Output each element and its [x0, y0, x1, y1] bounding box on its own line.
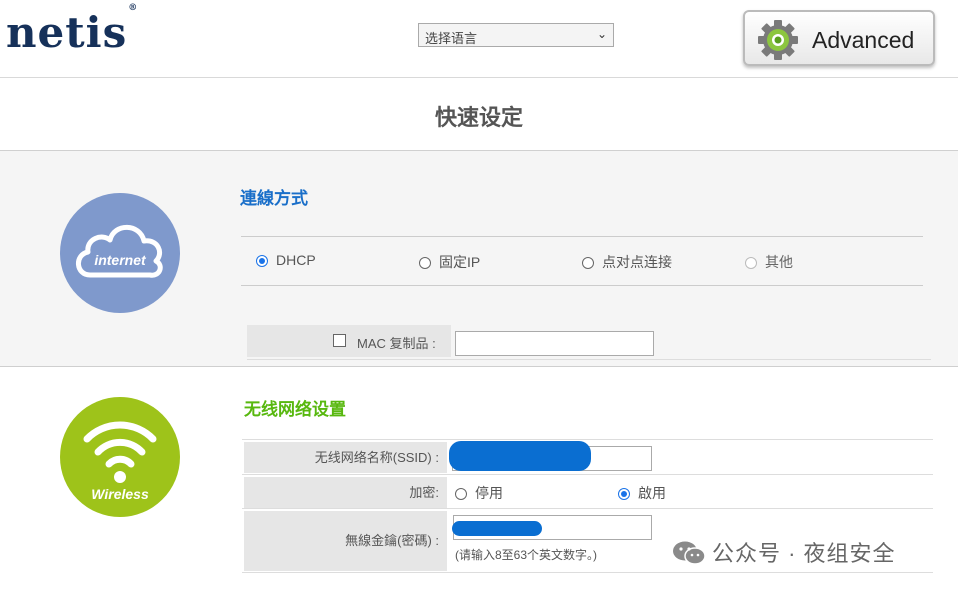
radio-encryption-off-label: 停用 [475, 485, 503, 501]
wireless-badge: Wireless [60, 397, 180, 517]
internet-section: internet 連線方式 DHCP 固定IP 点对点连接 其他 MAC 复制品… [0, 151, 958, 367]
advanced-button-label: Advanced [812, 27, 915, 53]
wechat-icon [673, 541, 706, 565]
internet-badge-label: internet [94, 252, 146, 268]
page-title: 快速设定 [434, 105, 523, 130]
radio-pppoe-label: 点对点连接 [602, 254, 672, 270]
radio-dhcp[interactable]: DHCP [256, 252, 316, 268]
radio-dhcp-label: DHCP [276, 252, 316, 268]
redacted-password [452, 521, 542, 536]
connection-type-title: 連線方式 [240, 189, 308, 208]
watermark-text: 公众号 · 夜组安全 [712, 541, 896, 566]
chevron-down-icon: ⌄ [596, 27, 607, 41]
radio-pppoe[interactable]: 点对点连接 [582, 252, 672, 272]
header: netis® 选择语言 ⌄ Advanced [0, 0, 958, 78]
encryption-label: 加密: [244, 477, 447, 508]
mac-clone-input[interactable] [455, 331, 654, 356]
mac-clone-row: MAC 复制品 : [247, 325, 931, 360]
gear-icon [758, 20, 798, 60]
connection-type-options: DHCP 固定IP 点对点连接 其他 [241, 236, 923, 286]
mac-clone-checkbox[interactable] [333, 334, 346, 347]
mac-clone-label: MAC 复制品 : [357, 336, 436, 351]
password-label: 無線金鑰(密碼) : [244, 511, 447, 571]
mac-clone-label-cell: MAC 复制品 : [247, 325, 451, 357]
internet-badge: internet [60, 193, 180, 313]
ssid-input[interactable] [449, 441, 652, 471]
wireless-badge-label: Wireless [91, 486, 149, 502]
radio-other-indicator [745, 257, 757, 269]
wireless-settings-title: 无线网络设置 [244, 400, 346, 419]
watermark: 公众号 · 夜组安全 [672, 536, 896, 568]
radio-encryption-on[interactable]: 啟用 [618, 483, 666, 503]
netis-logo[interactable]: netis® [6, 3, 138, 57]
radio-encryption-off-indicator[interactable] [455, 488, 467, 500]
password-hint: (请输入8至63个英文数字。) [455, 548, 598, 562]
language-select[interactable]: 选择语言 ⌄ [418, 23, 614, 47]
language-select-value: 选择语言 [425, 31, 478, 46]
ssid-row: 无线网络名称(SSID) : [242, 439, 933, 474]
radio-static-ip-indicator[interactable] [419, 257, 431, 269]
encryption-row: 加密: 停用 啟用 [242, 474, 933, 509]
radio-other: 其他 [745, 252, 793, 272]
ssid-label: 无线网络名称(SSID) : [244, 442, 447, 473]
title-bar: 快速设定 [0, 78, 958, 151]
logo-text: netis [6, 8, 128, 57]
radio-static-ip-label: 固定IP [439, 254, 481, 270]
radio-static-ip[interactable]: 固定IP [419, 252, 480, 272]
registered-mark: ® [128, 3, 139, 13]
radio-dhcp-indicator[interactable] [256, 255, 268, 267]
radio-pppoe-indicator[interactable] [582, 257, 594, 269]
radio-other-label: 其他 [765, 254, 793, 270]
password-input[interactable] [452, 515, 652, 540]
redacted-ssid [449, 441, 591, 471]
radio-encryption-on-indicator[interactable] [618, 488, 630, 500]
radio-encryption-off[interactable]: 停用 [455, 483, 503, 503]
radio-encryption-on-label: 啟用 [638, 485, 666, 501]
advanced-button[interactable]: Advanced [743, 10, 935, 66]
